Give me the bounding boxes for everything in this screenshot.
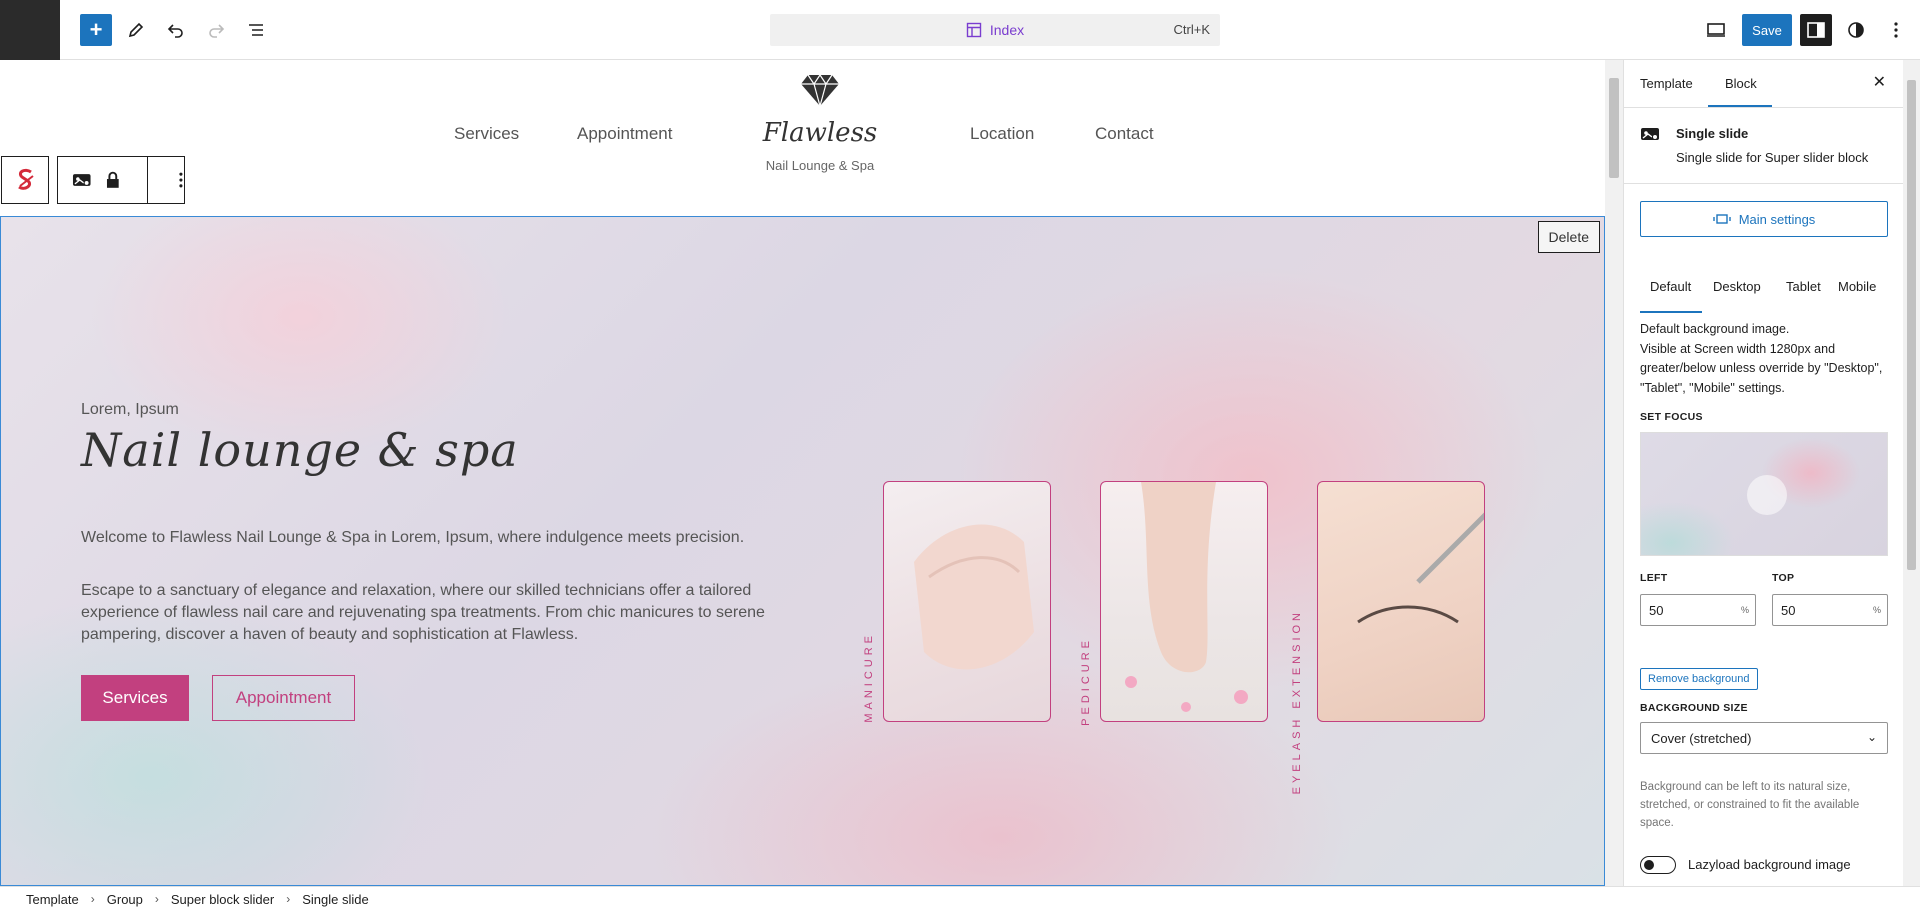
lock-icon[interactable]	[106, 171, 120, 189]
hero-paragraph-2: Escape to a sanctuary of elegance and re…	[81, 582, 765, 643]
sidebar-icon	[1807, 22, 1825, 38]
hero-paragraph-1: Welcome to Flawless Nail Lounge & Spa in…	[81, 529, 745, 546]
hero-title: Nail lounge & spa	[81, 423, 519, 477]
left-label: LEFT	[1640, 572, 1668, 584]
breadcrumb-group[interactable]: Group	[107, 892, 143, 907]
hero-eyebrow: Lorem, Ipsum	[81, 401, 179, 418]
top-label: TOP	[1772, 572, 1795, 584]
breadcrumb-single-slide[interactable]: Single slide	[302, 892, 369, 907]
editor-canvas: Services Appointment Location Contact Fl…	[0, 60, 1605, 886]
pedicure-image	[1100, 481, 1268, 722]
panel-tabs: Template Block ✕	[1624, 60, 1903, 108]
focus-top-input[interactable]: 50 %	[1772, 594, 1888, 626]
block-name: Single slide	[1676, 126, 1749, 141]
tab-desktop[interactable]: Desktop	[1713, 279, 1761, 294]
lazyload-label: Lazyload background image	[1688, 857, 1851, 872]
block-toolbar	[1, 156, 185, 204]
save-button[interactable]: Save	[1742, 14, 1792, 46]
slide-icon	[1641, 128, 1659, 140]
more-options-icon[interactable]	[178, 171, 184, 189]
unit-label: %	[1872, 605, 1881, 615]
appointment-button[interactable]: Appointment	[212, 675, 355, 721]
block-description: Single slide for Super slider block	[1676, 150, 1869, 165]
redo-icon[interactable]	[200, 14, 232, 46]
main-settings-label: Main settings	[1738, 211, 1816, 227]
card-label-eyelash: EYELASH EXTENSION	[1291, 609, 1303, 795]
diamond-logo-icon	[801, 73, 839, 108]
breadcrumb: Template › Group › Super block slider › …	[0, 886, 1920, 911]
template-icon	[966, 22, 982, 38]
block-type-group	[57, 156, 185, 204]
block-parent-button[interactable]	[1, 156, 49, 204]
shortcut-hint: Ctrl+K	[1173, 22, 1210, 37]
pencil-icon[interactable]	[120, 14, 152, 46]
settings-panel: Template Block ✕ Single slide Single sli…	[1623, 60, 1903, 886]
preview-icon[interactable]	[1700, 14, 1732, 46]
site-icon-button[interactable]	[0, 0, 60, 60]
brand-tagline: Nail Lounge & Spa	[765, 158, 875, 173]
breadcrumb-super-block-slider[interactable]: Super block slider	[171, 892, 274, 907]
background-description-line-1: Default background image.	[1640, 322, 1790, 336]
background-size-help: Background can be left to its natural si…	[1640, 781, 1860, 829]
nav-link-services[interactable]: Services	[454, 124, 519, 144]
focus-left-input[interactable]: 50 %	[1640, 594, 1756, 626]
editor-topbar: + Index Ctrl+K Save	[0, 0, 1920, 60]
background-size-select[interactable]: Cover (stretched) ⌄	[1640, 722, 1888, 754]
slide-hero[interactable]: Delete Lorem, Ipsum Nail lounge & spa We…	[0, 216, 1605, 886]
add-block-button[interactable]: +	[80, 14, 112, 46]
background-description: Default background image. Visible at Scr…	[1640, 320, 1890, 398]
services-button[interactable]: Services	[81, 675, 189, 721]
focus-top-value: 50	[1781, 603, 1796, 618]
focus-left-value: 50	[1649, 603, 1664, 618]
responsive-tabs: Default Desktop Tablet Mobile	[1640, 279, 1888, 313]
canvas-scrollbar[interactable]	[1605, 60, 1623, 886]
options-icon[interactable]	[1880, 14, 1912, 46]
set-focus-label: SET FOCUS	[1640, 411, 1703, 423]
styles-icon[interactable]	[1840, 14, 1872, 46]
slide-icon[interactable]	[72, 172, 92, 188]
remove-background-button[interactable]: Remove background	[1640, 668, 1758, 690]
nav-link-location[interactable]: Location	[970, 124, 1034, 144]
lazyload-toggle[interactable]	[1640, 856, 1676, 874]
tab-default[interactable]: Default	[1650, 279, 1691, 294]
tab-tablet[interactable]: Tablet	[1786, 279, 1821, 294]
chevron-right-icon: ›	[154, 892, 159, 906]
chevron-right-icon: ›	[90, 892, 95, 906]
super-slider-logo-icon	[18, 168, 34, 190]
panel-scrollbar[interactable]	[1903, 60, 1920, 886]
chevron-down-icon: ⌄	[1866, 730, 1877, 744]
nav-link-appointment[interactable]: Appointment	[577, 124, 672, 144]
close-icon[interactable]: ✕	[1873, 72, 1886, 92]
tab-block[interactable]: Block	[1725, 76, 1757, 91]
card-label-pedicure: PEDICURE	[1080, 637, 1092, 726]
document-title: Index	[989, 22, 1025, 38]
breadcrumb-template[interactable]: Template	[26, 892, 79, 907]
chevron-right-icon: ›	[286, 892, 291, 906]
main-settings-button[interactable]: Main settings	[1640, 201, 1888, 237]
background-size-value: Cover (stretched)	[1651, 731, 1752, 746]
card-label-manicure: MANICURE	[863, 632, 875, 723]
delete-button[interactable]: Delete	[1537, 221, 1600, 253]
unit-label: %	[1740, 605, 1749, 615]
slider-settings-icon	[1713, 214, 1731, 224]
site-header: Services Appointment Location Contact Fl…	[0, 60, 1605, 216]
block-card: Single slide Single slide for Super slid…	[1624, 108, 1903, 184]
focal-point-picker[interactable]	[1640, 432, 1888, 556]
tab-template[interactable]: Template	[1640, 76, 1693, 91]
manicure-image	[883, 481, 1051, 722]
nav-link-contact[interactable]: Contact	[1095, 124, 1154, 144]
background-size-label: BACKGROUND SIZE	[1640, 702, 1748, 714]
background-description-line-2: Visible at Screen width 1280px and great…	[1640, 341, 1883, 395]
undo-icon[interactable]	[160, 14, 192, 46]
settings-sidebar-toggle[interactable]	[1800, 14, 1832, 46]
eyelash-image	[1317, 481, 1485, 722]
brand-name: Flawless	[762, 118, 878, 148]
focal-point-handle[interactable]	[1747, 475, 1787, 515]
command-palette[interactable]: Index Ctrl+K	[770, 14, 1220, 46]
tab-mobile[interactable]: Mobile	[1838, 279, 1876, 294]
list-view-icon[interactable]	[240, 14, 272, 46]
